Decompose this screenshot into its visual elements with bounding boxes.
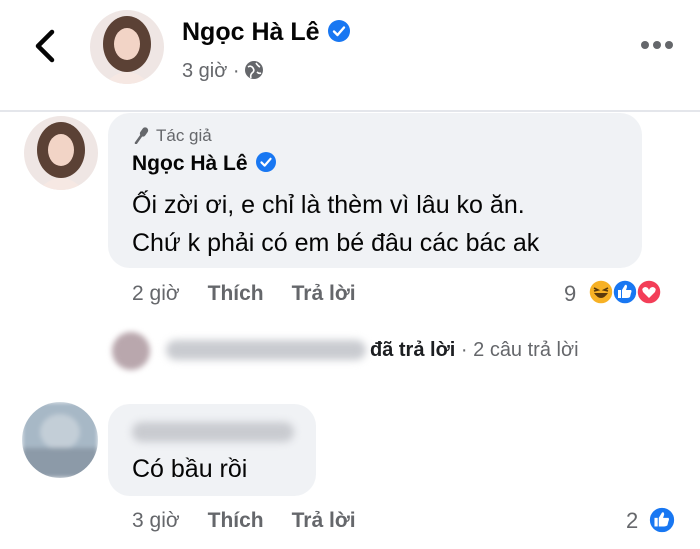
- verified-badge-icon: [327, 20, 350, 42]
- author-name[interactable]: Ngọc Hà Lê: [182, 18, 350, 47]
- reply-button[interactable]: Trả lời: [292, 282, 356, 305]
- commenter-name[interactable]: Ngọc Hà Lê: [132, 152, 276, 176]
- like-button[interactable]: Thích: [208, 282, 264, 305]
- replier-name[interactable]: [166, 340, 366, 360]
- like-icon[interactable]: [648, 506, 676, 534]
- comment-text-2: Có bầu rồi: [132, 455, 248, 483]
- comment-time[interactable]: 2 giờ: [132, 282, 180, 305]
- comment-time-2[interactable]: 3 giờ: [132, 509, 180, 532]
- replier-avatar[interactable]: [112, 332, 150, 370]
- reaction-count[interactable]: 9: [564, 281, 576, 307]
- author-name-text[interactable]: Ngọc Hà Lê: [182, 18, 320, 46]
- author-tag: Tác giả: [134, 126, 212, 146]
- comment-text-line1: Ối zời ơi, e chỉ là thèm vì lâu ko ăn.: [132, 191, 525, 219]
- verified-badge-icon: [255, 152, 276, 172]
- like-icon[interactable]: [612, 279, 638, 305]
- reply-button-2[interactable]: Trả lời: [292, 509, 356, 532]
- view-replies-link[interactable]: đã trả lời · 2 câu trả lời: [370, 339, 579, 362]
- post-time[interactable]: 3 giờ ·: [182, 60, 240, 82]
- reaction-count-2[interactable]: 2: [626, 508, 638, 534]
- author-avatar[interactable]: [90, 10, 164, 84]
- back-arrow-icon[interactable]: [28, 26, 64, 66]
- comment-actions: 2 giờ Thích Trả lời: [132, 282, 384, 306]
- reply-count[interactable]: · 2 câu trả lời: [455, 339, 579, 361]
- replied-label[interactable]: đã trả lời: [370, 339, 455, 361]
- header-divider: [0, 110, 700, 112]
- commenter-avatar-2[interactable]: [22, 402, 98, 478]
- author-tag-label: Tác giả: [156, 126, 212, 145]
- comment-actions-2: 3 giờ Thích Trả lời: [132, 509, 384, 533]
- microphone-icon: [134, 127, 149, 144]
- commenter-avatar[interactable]: [24, 116, 98, 190]
- comment-text-line2: Chứ k phải có em bé đâu các bác ak: [132, 229, 540, 257]
- commenter-name-2[interactable]: [132, 422, 294, 442]
- globe-icon: [244, 61, 263, 79]
- post-header: Ngọc Hà Lê 3 giờ ·: [0, 0, 700, 108]
- post-meta: 3 giờ ·: [182, 60, 264, 83]
- haha-icon[interactable]: [588, 279, 614, 305]
- more-options-icon[interactable]: [640, 38, 674, 52]
- love-icon[interactable]: [636, 279, 662, 305]
- commenter-name-text[interactable]: Ngọc Hà Lê: [132, 152, 248, 175]
- like-button-2[interactable]: Thích: [208, 509, 264, 532]
